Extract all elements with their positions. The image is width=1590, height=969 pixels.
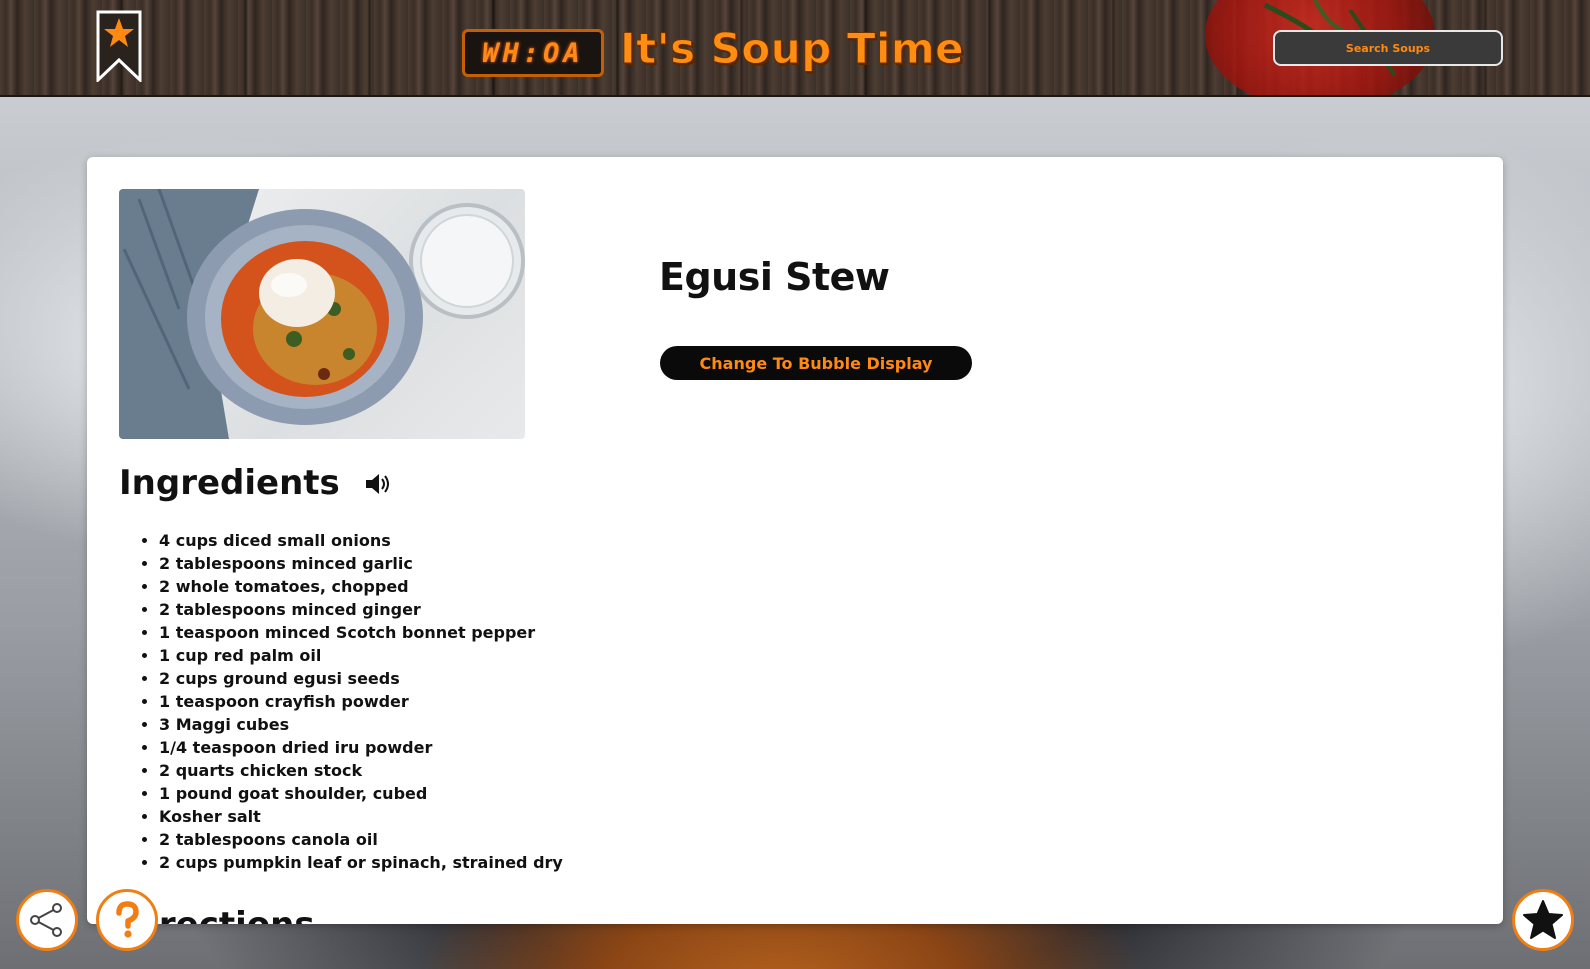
clock-display: WH:OA [462,29,604,77]
search-soups-button[interactable]: Search Soups [1273,30,1503,66]
ingredient-item: 2 cups pumpkin leaf or spinach, strained… [159,851,563,874]
share-icon [30,903,62,937]
ingredient-item: 3 Maggi cubes [159,713,563,736]
ingredient-item: 4 cups diced small onions [159,529,563,552]
ingredient-item: 2 tablespoons minced ginger [159,598,563,621]
speaker-icon[interactable] [363,471,393,497]
ingredients-heading: Ingredients [119,463,340,503]
share-button[interactable] [16,889,78,951]
bookmark-star-icon[interactable] [96,10,142,82]
ingredient-item: 2 quarts chicken stock [159,759,563,782]
star-icon [1523,900,1563,939]
favorite-button[interactable] [1512,889,1574,951]
ingredient-item: 1 pound goat shoulder, cubed [159,782,563,805]
site-header: WH:OA It's Soup Time Search Soups [0,0,1590,97]
ingredient-item: 2 tablespoons canola oil [159,828,563,851]
question-icon [116,901,139,938]
ingredient-item: 1 cup red palm oil [159,644,563,667]
recipe-photo [119,189,525,439]
ingredients-list: 4 cups diced small onions2 tablespoons m… [159,529,563,874]
site-title[interactable]: It's Soup Time [619,24,964,74]
ingredient-item: 2 whole tomatoes, chopped [159,575,563,598]
recipe-title: Egusi Stew [659,255,890,299]
recipe-card: Egusi Stew Change To Bubble Display Ingr… [87,157,1503,924]
change-display-button[interactable]: Change To Bubble Display [660,346,972,380]
ingredient-item: 2 cups ground egusi seeds [159,667,563,690]
ingredient-item: 2 tablespoons minced garlic [159,552,563,575]
ingredient-item: 1/4 teaspoon dried iru powder [159,736,563,759]
help-button[interactable] [96,889,158,951]
ingredient-item: Kosher salt [159,805,563,828]
ingredient-item: 1 teaspoon crayfish powder [159,690,563,713]
soup-bowl-image [119,189,525,439]
ingredient-item: 1 teaspoon minced Scotch bonnet pepper [159,621,563,644]
